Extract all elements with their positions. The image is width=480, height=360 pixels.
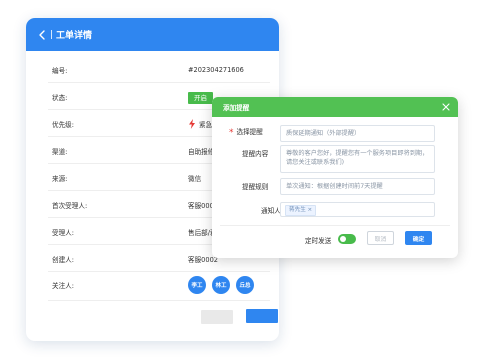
field-row-id: 编号: #202304271606 (48, 57, 270, 83)
page-title: 工单详情 (56, 31, 93, 41)
chevron-left-icon[interactable] (36, 29, 48, 41)
add-reminder-dialog: 添加提醒 * 选择提醒 质保延期通知（外部提醒） 提醒内容 尊敬的客户您好，提醒您… (212, 97, 458, 258)
field-label: 状态: (52, 93, 68, 102)
cancel-button[interactable]: 取消 (367, 231, 394, 245)
status-cell: 开启 (188, 91, 213, 104)
avatar[interactable]: 丘总 (236, 275, 254, 294)
secondary-button[interactable] (201, 310, 233, 324)
priority-value: 紧急 (199, 120, 213, 129)
notify-person-label: 通知人 (261, 207, 281, 215)
field-label: 关注人: (52, 281, 75, 290)
avatar[interactable]: 林工 (212, 275, 230, 294)
followers-list: 李工 林工 丘总 (188, 275, 254, 294)
confirm-button[interactable]: 确定 (405, 231, 432, 245)
reminder-rule-select[interactable]: 单次通知：根据创建时间前7天提醒 (280, 178, 435, 196)
field-label: 受理人: (52, 228, 75, 237)
field-label: 创建人: (52, 255, 75, 264)
close-icon[interactable] (442, 103, 450, 111)
dialog-title: 添加提醒 (223, 104, 250, 112)
reminder-type-label: * 选择提醒 (229, 126, 263, 138)
field-label: 来源: (52, 174, 68, 183)
reminder-type-text: 选择提醒 (236, 128, 263, 136)
header-divider (51, 30, 52, 39)
footer-divider (220, 225, 450, 226)
notify-person-input[interactable]: 蒋先生 × (280, 202, 435, 217)
reminder-content-label: 提醒内容 (242, 150, 269, 158)
field-label: 渠道: (52, 147, 68, 156)
timed-send-toggle[interactable] (338, 234, 356, 244)
source-value: 微信 (188, 174, 202, 183)
required-asterisk: * (229, 128, 234, 138)
primary-button[interactable] (246, 309, 278, 323)
field-label: 首次受理人: (52, 201, 88, 210)
field-label: 编号: (52, 66, 68, 75)
channel-value: 自助报修 (188, 147, 215, 156)
status-badge: 开启 (188, 91, 213, 104)
ticket-number: #202304271606 (188, 65, 244, 74)
reminder-type-select[interactable]: 质保延期通知（外部提醒） (280, 125, 435, 143)
priority-cell: 紧急 (188, 118, 213, 129)
dialog-header: 添加提醒 (212, 97, 458, 117)
timed-send-label: 定时发送 (305, 237, 332, 245)
person-chip[interactable]: 蒋先生 × (285, 205, 317, 216)
reminder-rule-label: 提醒规则 (242, 183, 269, 191)
field-label: 优先级: (52, 120, 75, 129)
lightning-bolt-icon (188, 118, 196, 129)
reminder-content-textarea[interactable]: 尊敬的客户您好，提醒您有一个服务项目即将到期，请您关注或联系我们) (280, 145, 435, 173)
card-header: 工单详情 (26, 18, 279, 51)
avatar[interactable]: 李工 (188, 275, 206, 294)
field-row-followers: 关注人: 李工 林工 丘总 (48, 269, 270, 301)
